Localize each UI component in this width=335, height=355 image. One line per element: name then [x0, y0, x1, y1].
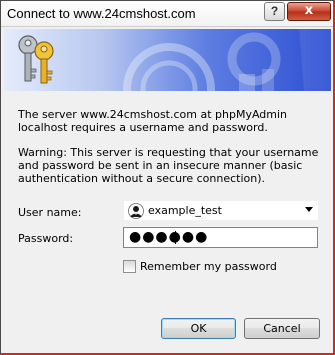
keys-icon [18, 35, 54, 84]
password-label: Password: [18, 232, 74, 245]
username-value: example_test [148, 204, 222, 217]
ok-button[interactable]: OK [161, 318, 236, 339]
chevron-down-icon[interactable] [305, 207, 313, 212]
warning-message: Warning: This server is requesting that … [18, 146, 319, 185]
window-title: Connect to www.24cmshost.com [7, 6, 196, 21]
remember-password-checkbox[interactable] [123, 260, 136, 273]
server-message: The server www.24cmshost.com at phpMyAdm… [18, 108, 288, 134]
password-field[interactable]: ●●●●●● [123, 227, 318, 248]
dialog-banner [4, 29, 331, 91]
cancel-button[interactable]: Cancel [244, 318, 320, 339]
remember-password-label[interactable]: Remember my password [140, 260, 277, 273]
close-button[interactable]: x [287, 2, 331, 21]
login-dialog: Connect to www.24cmshost.com ? x The ser… [0, 0, 335, 355]
username-combobox[interactable]: example_test [123, 200, 319, 221]
user-account-icon [128, 203, 144, 219]
title-bar[interactable]: Connect to www.24cmshost.com ? x [1, 1, 333, 27]
username-label: User name: [18, 206, 82, 219]
password-value: ●●●●●● [129, 229, 209, 245]
text-caret [175, 231, 176, 244]
help-button[interactable]: ? [264, 2, 285, 21]
